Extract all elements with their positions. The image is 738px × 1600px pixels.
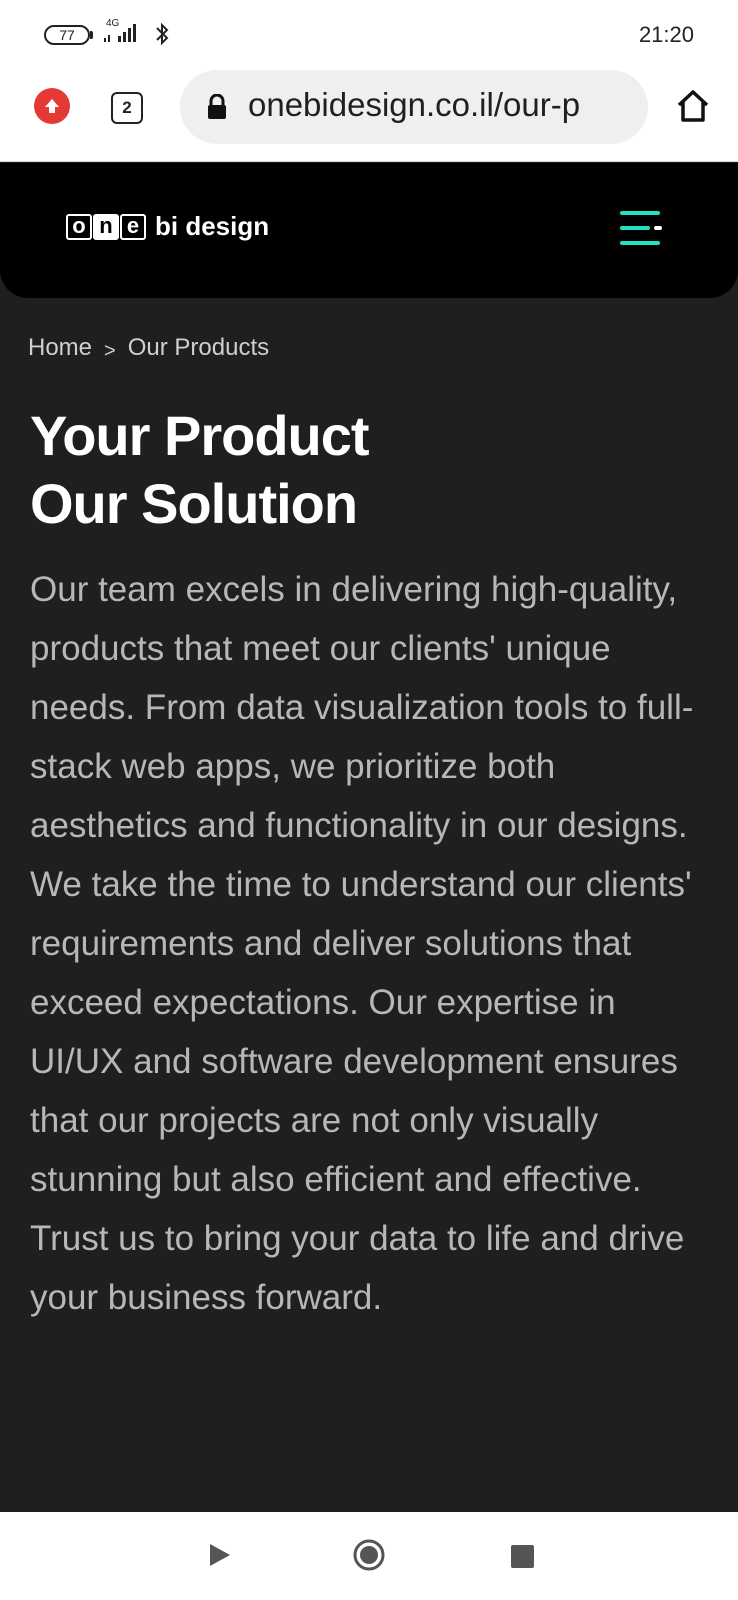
battery-level: 77: [59, 27, 75, 43]
logo-letter: n: [99, 212, 113, 238]
home-circle-icon[interactable]: [352, 1538, 386, 1577]
lock-icon: [206, 93, 228, 125]
menu-line-top: [620, 211, 660, 215]
tab-switcher-button[interactable]: 2: [111, 92, 143, 124]
page-title-line1: Your Product: [30, 404, 370, 467]
page-title: Your Product Our Solution: [30, 402, 710, 538]
menu-line-bottom: [620, 241, 660, 245]
breadcrumb-home[interactable]: Home: [28, 334, 92, 362]
hamburger-menu-icon[interactable]: [620, 211, 664, 249]
url-text[interactable]: onebidesign.co.il/our-p: [248, 86, 580, 124]
battery-tip: [90, 31, 93, 39]
page-title-line2: Our Solution: [30, 472, 358, 535]
update-button[interactable]: [34, 88, 70, 124]
bluetooth-icon: [152, 22, 172, 51]
back-triangle-icon[interactable]: [208, 1542, 232, 1573]
breadcrumb-separator: >: [104, 339, 116, 362]
browser-toolbar: 2 onebidesign.co.il/our-p: [0, 68, 738, 162]
signal-icon: 4G: [104, 18, 142, 49]
site-logo[interactable]: o n e bi design: [66, 211, 269, 242]
breadcrumb: Home > Our Products: [28, 334, 269, 362]
logo-box-e: e: [120, 212, 146, 240]
browser-home-button[interactable]: [674, 87, 712, 130]
address-bar[interactable]: onebidesign.co.il/our-p: [180, 70, 648, 144]
page-description: Our team excels in delivering high-quali…: [30, 570, 694, 1317]
status-bar: 77 4G 21:20: [0, 0, 738, 68]
logo-letter: e: [126, 212, 140, 238]
network-type: 4G: [106, 18, 120, 29]
menu-line-mid: [620, 226, 650, 230]
update-icon: [45, 99, 59, 113]
home-icon: [677, 90, 709, 122]
logo-box-n: n: [93, 212, 119, 240]
menu-line-mid-dot: [654, 226, 662, 230]
logo-text: bi design: [155, 211, 270, 241]
logo-letter: o: [72, 212, 86, 238]
site-header: o n e bi design: [0, 163, 738, 298]
battery-icon: 77: [44, 25, 90, 45]
clock: 21:20: [638, 22, 694, 47]
breadcrumb-current: Our Products: [127, 334, 270, 361]
tab-count: 2: [122, 98, 132, 117]
logo-box-o: o: [66, 212, 92, 240]
system-nav-bar: [0, 1512, 738, 1600]
recents-square-icon[interactable]: [511, 1545, 534, 1568]
